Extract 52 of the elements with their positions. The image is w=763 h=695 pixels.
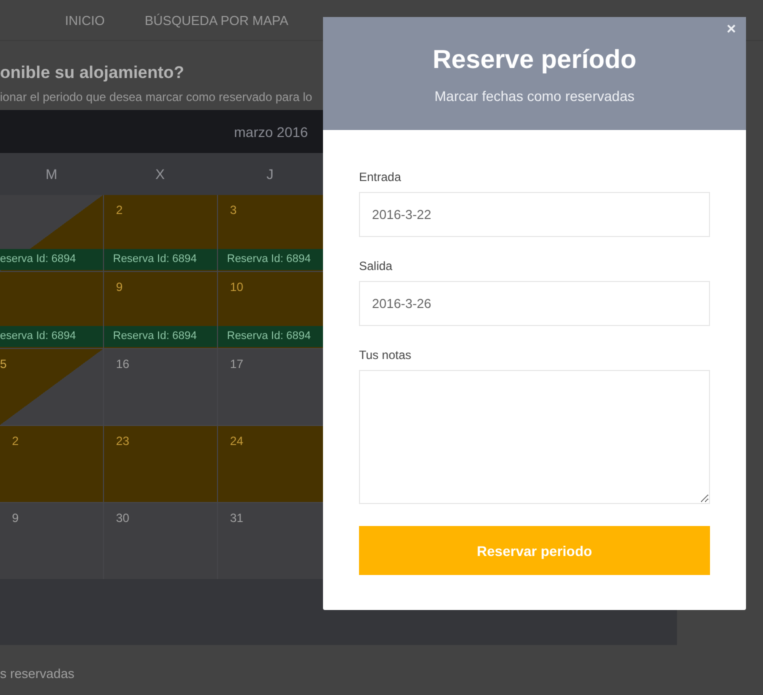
close-button[interactable]: × bbox=[724, 21, 738, 39]
footer-text: s reservadas bbox=[0, 666, 74, 681]
day-cell[interactable]: 31 bbox=[218, 503, 324, 579]
day-number: 10 bbox=[230, 280, 244, 294]
modal-subtitle: Marcar fechas como reservadas bbox=[434, 88, 636, 104]
modal-title: Reserve período bbox=[432, 43, 638, 75]
day-number: 16 bbox=[116, 357, 130, 371]
day-number: 3 bbox=[230, 203, 237, 217]
reservation-label: Reserva Id: 6894 bbox=[218, 249, 324, 270]
day-cell[interactable]: eserva Id: 6894 bbox=[0, 195, 103, 271]
day-cell[interactable]: 10 Reserva Id: 6894 bbox=[218, 272, 324, 348]
nav-link[interactable]: INICIO bbox=[65, 12, 105, 28]
day-cell[interactable]: 16 bbox=[104, 349, 217, 425]
day-number: 17 bbox=[230, 357, 244, 371]
day-number: 2 bbox=[116, 203, 123, 217]
day-cell[interactable]: 9 bbox=[0, 503, 103, 579]
reservation-label: Reserva Id: 6894 bbox=[218, 326, 324, 347]
day-number: 9 bbox=[116, 280, 123, 294]
day-cell[interactable]: 30 bbox=[104, 503, 217, 579]
day-number: 2 bbox=[12, 434, 19, 448]
reservation-label: eserva Id: 6894 bbox=[0, 326, 103, 347]
nav-link[interactable]: BÚSQUEDA POR MAPA bbox=[144, 12, 288, 28]
day-cell[interactable]: 2 Reserva Id: 6894 bbox=[104, 195, 217, 271]
day-number: 23 bbox=[116, 434, 130, 448]
intro-text: ionar el periodo que desea marcar como reservado para lo bbox=[0, 89, 312, 106]
page-heading: onible su alojamiento? bbox=[0, 62, 184, 84]
reservation-label: eserva Id: 6894 bbox=[0, 249, 103, 270]
day-number: 31 bbox=[230, 511, 244, 525]
field-label: Salida bbox=[359, 259, 394, 273]
weekday-label: X bbox=[154, 166, 166, 182]
day-cell[interactable]: 9 Reserva Id: 6894 bbox=[104, 272, 217, 348]
reservation-label: Reserva Id: 6894 bbox=[104, 249, 217, 270]
field-label: Tus notas bbox=[359, 348, 412, 362]
month-title: marzo 2016 bbox=[234, 124, 308, 140]
field-label: Entrada bbox=[359, 170, 402, 184]
weekday-label: M bbox=[44, 166, 58, 182]
day-number: 30 bbox=[116, 511, 130, 525]
day-number: 9 bbox=[12, 511, 19, 525]
day-cell[interactable]: 24 bbox=[218, 426, 324, 502]
input-field[interactable]: 2016-3-22 bbox=[359, 192, 710, 237]
day-cell[interactable]: 3 Reserva Id: 6894 bbox=[218, 195, 324, 271]
day-cell[interactable]: 17 bbox=[218, 349, 324, 425]
input-field[interactable]: 2016-3-26 bbox=[359, 281, 710, 326]
day-cell[interactable]: 23 bbox=[104, 426, 217, 502]
notes-field[interactable] bbox=[359, 370, 710, 504]
day-number: 24 bbox=[230, 434, 244, 448]
day-cell[interactable]: eserva Id: 6894 bbox=[0, 272, 103, 348]
reservation-label: Reserva Id: 6894 bbox=[104, 326, 217, 347]
day-cell[interactable]: 2 bbox=[0, 426, 103, 502]
day-number: 5 bbox=[0, 357, 7, 371]
day-cell[interactable]: 5 bbox=[0, 349, 103, 425]
weekday-label: J bbox=[266, 166, 274, 182]
